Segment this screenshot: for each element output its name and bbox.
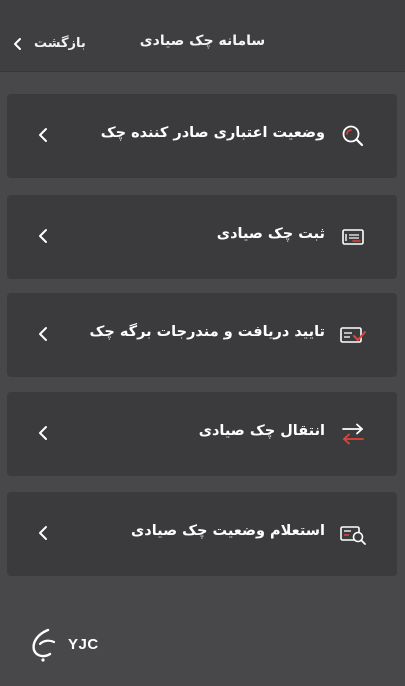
menu-item-label: ثبت چک صیادی	[216, 226, 325, 242]
menu-item-issuer-credit-status[interactable]: وضعیت اعتباری صادر کننده چک	[7, 94, 397, 178]
menu-item-label: انتقال چک صیادی	[198, 423, 325, 439]
yjc-emblem-icon	[32, 628, 56, 662]
top-bar: بازگشت سامانه چک صیادی	[0, 0, 405, 72]
magnifier-icon	[342, 125, 364, 147]
yjc-logo: YJC	[26, 626, 99, 662]
chevron-left-icon	[39, 128, 47, 142]
chevron-left-icon	[39, 426, 47, 440]
menu-item-confirm-cheque-receipt[interactable]: تایید دریافت و مندرجات برگه چک	[7, 293, 397, 377]
chevron-left-icon	[39, 229, 47, 243]
cheque-confirm-icon	[340, 327, 366, 343]
menu-item-register-cheque[interactable]: ثبت چک صیادی	[7, 195, 397, 279]
menu-item-label: تایید دریافت و مندرجات برگه چک	[89, 324, 325, 340]
transfer-arrows-icon	[342, 423, 364, 445]
menu-item-cheque-status-inquiry[interactable]: استعلام وضعیت چک صیادی	[7, 492, 397, 576]
chevron-left-icon	[39, 327, 47, 341]
chevron-left-icon	[39, 526, 47, 540]
menu-item-label: استعلام وضعیت چک صیادی	[131, 523, 325, 539]
menu-item-transfer-cheque[interactable]: انتقال چک صیادی	[7, 392, 397, 476]
cheque-register-icon	[342, 229, 364, 245]
menu-item-label: وضعیت اعتباری صادر کننده چک	[100, 125, 325, 141]
logo-text: YJC	[68, 635, 99, 653]
page-title: سامانه چک صیادی	[139, 33, 266, 49]
cheque-inquiry-icon	[340, 526, 366, 545]
